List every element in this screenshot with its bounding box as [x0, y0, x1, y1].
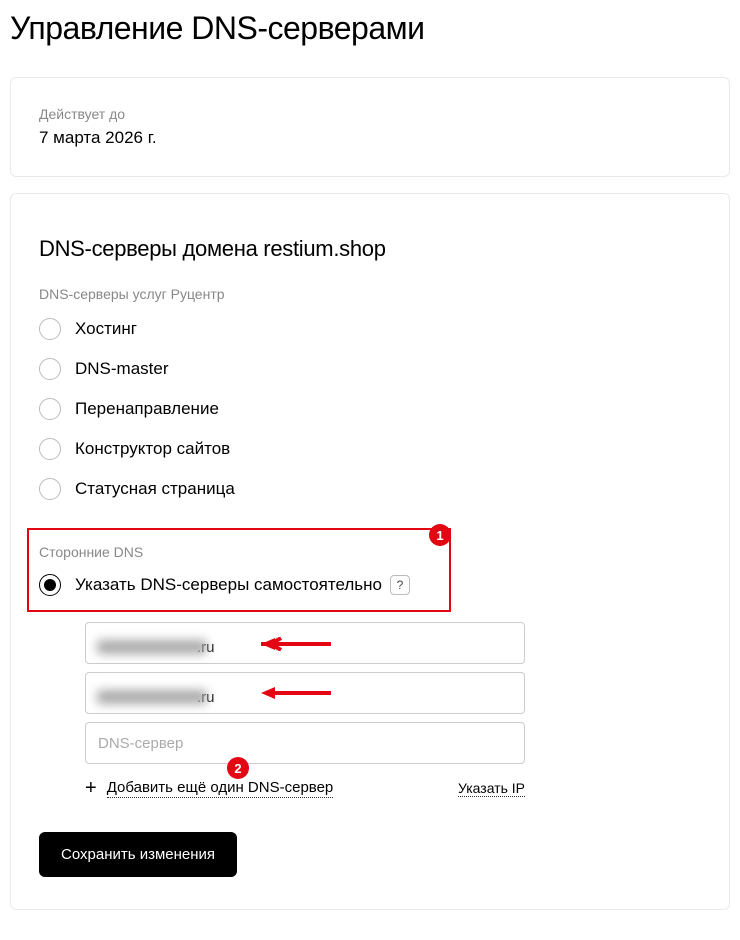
radio-option-sitebuilder[interactable]: Конструктор сайтов [39, 438, 701, 460]
radio-icon[interactable] [39, 574, 61, 596]
dns-servers-card: DNS-серверы домена restium.shop DNS-серв… [10, 193, 730, 910]
add-dns-server-link[interactable]: + Добавить ещё один DNS-сервер [85, 778, 333, 798]
radio-label: Статусная страница [75, 479, 235, 499]
dns-inputs-block: .ru .ru + Добавить ещё один DNS-сервер У… [39, 622, 701, 798]
annotation-badge-2: 2 [227, 757, 249, 779]
plus-icon: + [85, 778, 97, 798]
dns-server-input-1[interactable] [85, 622, 525, 664]
radio-icon[interactable] [39, 438, 61, 460]
radio-label: Хостинг [75, 319, 137, 339]
radio-option-dnsmaster[interactable]: DNS-master [39, 358, 701, 380]
radio-option-custom[interactable]: Указать DNS-серверы самостоятельно ? [39, 574, 439, 596]
annotation-badge-1: 1 [429, 524, 451, 546]
save-button[interactable]: Сохранить изменения [39, 832, 237, 877]
expiry-card: Действует до 7 марта 2026 г. [10, 77, 730, 177]
radio-label: Указать DNS-серверы самостоятельно [75, 575, 382, 595]
radio-option-statuspage[interactable]: Статусная страница [39, 478, 701, 500]
expiry-date: 7 марта 2026 г. [39, 128, 701, 148]
radio-label: Перенаправление [75, 399, 219, 419]
dns-section-title: DNS-серверы домена restium.shop [39, 236, 701, 262]
page-title: Управление DNS-серверами [0, 0, 740, 67]
help-icon[interactable]: ? [390, 575, 410, 595]
specify-ip-link[interactable]: Указать IP [458, 780, 525, 797]
dns-server-input-3[interactable] [85, 722, 525, 764]
radio-option-redirect[interactable]: Перенаправление [39, 398, 701, 420]
add-link-text: Добавить ещё один DNS-сервер [107, 779, 334, 798]
radio-icon[interactable] [39, 358, 61, 380]
custom-group-label: Сторонние DNS [39, 544, 439, 560]
radio-option-hosting[interactable]: Хостинг [39, 318, 701, 340]
radio-label: Конструктор сайтов [75, 439, 230, 459]
radio-label: DNS-master [75, 359, 169, 379]
expiry-label: Действует до [39, 106, 701, 122]
radio-icon[interactable] [39, 318, 61, 340]
radio-icon[interactable] [39, 478, 61, 500]
rucenter-group-label: DNS-серверы услуг Руцентр [39, 286, 701, 302]
radio-icon[interactable] [39, 398, 61, 420]
dns-server-input-2[interactable] [85, 672, 525, 714]
annotation-highlight-box: Сторонние DNS Указать DNS-серверы самост… [27, 528, 451, 612]
